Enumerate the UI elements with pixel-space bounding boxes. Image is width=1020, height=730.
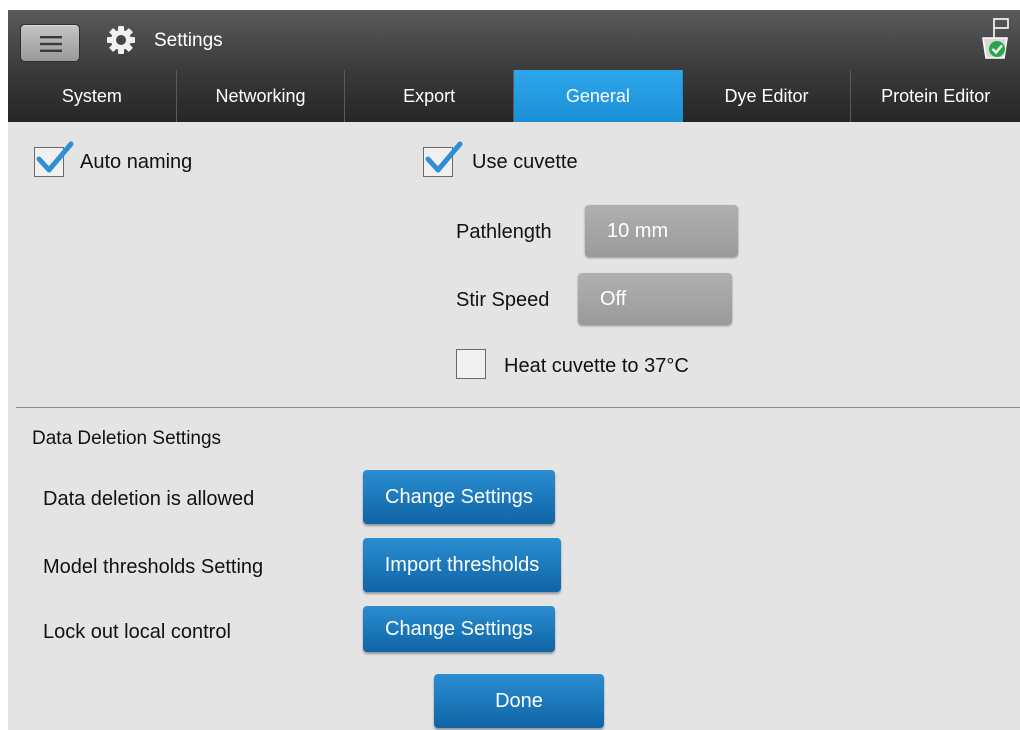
- tab-system[interactable]: System: [8, 70, 177, 122]
- instrument-status-icon[interactable]: [978, 18, 1012, 62]
- tab-protein-editor[interactable]: Protein Editor: [851, 70, 1020, 122]
- settings-window: Settings System Networking Export Genera…: [8, 10, 1020, 730]
- lock-out-change-settings-button[interactable]: Change Settings: [363, 606, 555, 652]
- section-divider: [16, 407, 1020, 408]
- model-thresholds-label: Model thresholds Setting: [43, 556, 264, 578]
- checkmark-icon: [425, 141, 463, 173]
- lock-out-local-control-label: Lock out local control: [43, 621, 231, 643]
- pathlength-selector[interactable]: 10 mm: [585, 205, 738, 257]
- tab-export[interactable]: Export: [345, 70, 515, 122]
- menu-icon: [40, 36, 62, 52]
- data-deletion-label: Data deletion is allowed: [43, 488, 255, 510]
- auto-naming-label: Auto naming: [80, 151, 193, 173]
- data-deletion-heading: Data Deletion Settings: [32, 428, 222, 449]
- pathlength-value: 10 mm: [607, 219, 669, 242]
- use-cuvette-checkbox[interactable]: [423, 141, 463, 177]
- stir-speed-value: Off: [600, 287, 627, 310]
- pathlength-label: Pathlength: [456, 221, 552, 243]
- tab-general[interactable]: General: [514, 70, 683, 122]
- data-deletion-change-settings-button[interactable]: Change Settings: [363, 470, 555, 524]
- import-thresholds-button[interactable]: Import thresholds: [363, 538, 561, 592]
- gear-icon: [107, 26, 135, 54]
- page-title: Settings: [154, 30, 223, 51]
- auto-naming-checkbox[interactable]: [34, 141, 74, 177]
- title-bar: Settings: [8, 10, 1020, 70]
- menu-button[interactable]: [20, 24, 80, 62]
- heat-cuvette-checkbox[interactable]: [456, 349, 486, 379]
- done-button[interactable]: Done: [434, 674, 604, 728]
- stir-speed-selector[interactable]: Off: [578, 273, 732, 325]
- tab-dye-editor[interactable]: Dye Editor: [682, 70, 852, 122]
- tab-networking[interactable]: Networking: [176, 70, 346, 122]
- tab-bar: System Networking Export General Dye Edi…: [8, 70, 1020, 122]
- stir-speed-label: Stir Speed: [456, 289, 550, 311]
- use-cuvette-label: Use cuvette: [472, 151, 578, 173]
- heat-cuvette-label: Heat cuvette to 37°C: [504, 355, 689, 377]
- checkmark-icon: [36, 141, 74, 173]
